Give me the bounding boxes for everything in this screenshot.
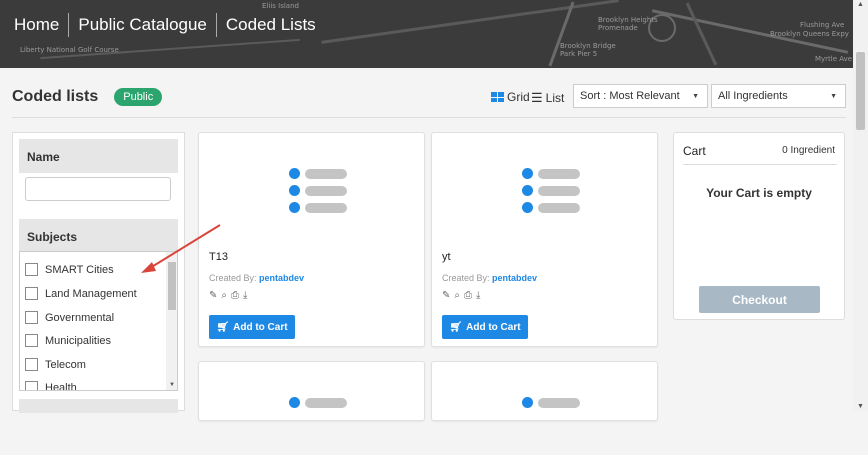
annotation-arrow bbox=[141, 224, 221, 273]
